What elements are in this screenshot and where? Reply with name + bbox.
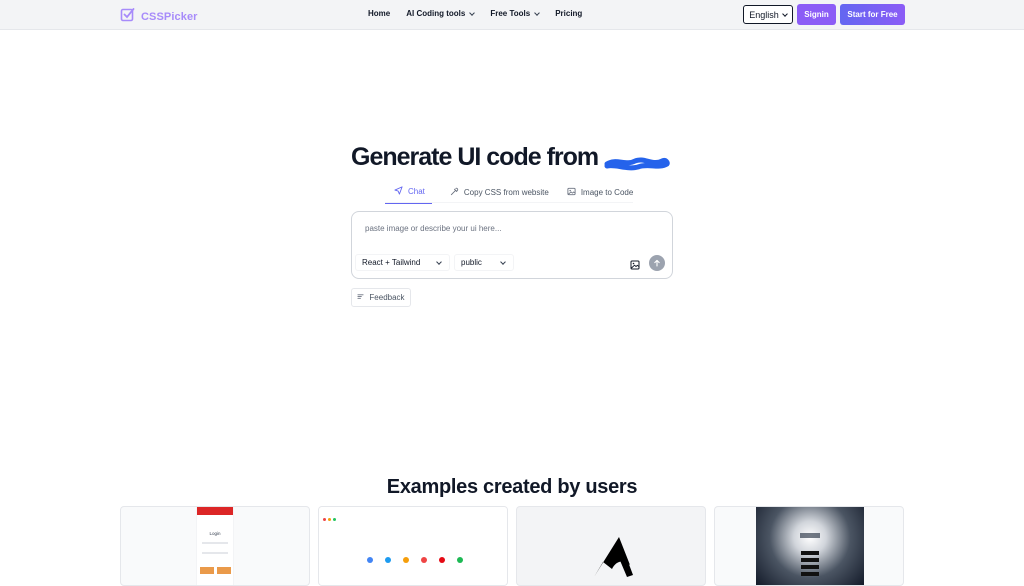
logo-text: CSSPicker [141, 11, 198, 23]
logo[interactable]: CSSPicker [120, 7, 198, 27]
image-icon [567, 187, 576, 198]
arrow-up-icon [653, 254, 661, 272]
signin-button[interactable]: Signin [797, 4, 836, 25]
prompt-input[interactable] [365, 224, 660, 233]
chevron-down-icon [436, 259, 442, 265]
nav-free-tools-label: Free Tools [490, 9, 531, 18]
eyedropper-icon [450, 187, 459, 198]
language-label: English [749, 9, 779, 20]
nav-home[interactable]: Home [368, 9, 390, 18]
framework-label: React + Tailwind [362, 258, 421, 267]
nav-home-label: Home [368, 9, 391, 18]
tab-chat[interactable]: Chat [385, 184, 432, 204]
tab-image-to-code-label: Image to Code [580, 187, 634, 197]
chevron-down-icon [469, 9, 476, 16]
top-navbar: CSSPicker Home AI Coding tools Free Tool… [0, 0, 1024, 30]
send-icon [394, 186, 403, 197]
scribble-mark [604, 157, 670, 171]
tab-chat-label: Chat [408, 187, 425, 196]
mode-tabs: Chat Copy CSS from website Image to Code [385, 184, 633, 204]
visibility-label: public [461, 258, 482, 267]
nav-free-tools[interactable]: Free Tools [490, 9, 541, 18]
chevron-down-icon [781, 10, 788, 17]
chevron-down-icon [500, 259, 506, 265]
prompt-composer: React + Tailwind public [351, 211, 673, 279]
nav-ai-coding-tools-label: AI Coding tools [406, 9, 466, 18]
example-thumbnail: Login [196, 507, 234, 585]
nav-pricing-label: Pricing [555, 9, 583, 18]
message-icon [357, 293, 364, 302]
example-card[interactable] [318, 506, 508, 586]
image-icon [630, 257, 640, 274]
main-nav: Home AI Coding tools Free Tools Pricing [368, 9, 582, 18]
framework-select[interactable]: React + Tailwind [355, 254, 450, 271]
feedback-label: Feedback [369, 293, 405, 302]
attach-image-button[interactable] [630, 257, 640, 275]
tab-image-to-code[interactable]: Image to Code [567, 184, 633, 204]
chevron-down-icon [534, 9, 541, 16]
thumbnail-login-title: Login [209, 531, 221, 536]
example-card[interactable] [714, 506, 904, 586]
send-button[interactable] [649, 255, 665, 271]
example-thumbnail [319, 507, 507, 585]
examples-heading: Examples created by users [386, 476, 638, 498]
logo-icon [120, 7, 135, 27]
visibility-select[interactable]: public [454, 254, 514, 271]
example-card[interactable] [516, 506, 706, 586]
start-for-free-button[interactable]: Start for Free [840, 4, 905, 25]
example-card[interactable]: Login [120, 506, 310, 586]
tab-copy-css[interactable]: Copy CSS from website [450, 184, 549, 204]
language-select[interactable]: English [743, 5, 793, 24]
nav-pricing[interactable]: Pricing [555, 9, 582, 18]
feedback-button[interactable]: Feedback [351, 288, 411, 307]
page-title: Generate UI code from [351, 143, 599, 171]
nav-ai-coding-tools[interactable]: AI Coding tools [406, 9, 476, 18]
tab-copy-css-label: Copy CSS from website [463, 187, 549, 197]
example-thumbnail [594, 537, 633, 577]
tabs-divider [385, 202, 633, 203]
example-thumbnail [756, 507, 864, 585]
